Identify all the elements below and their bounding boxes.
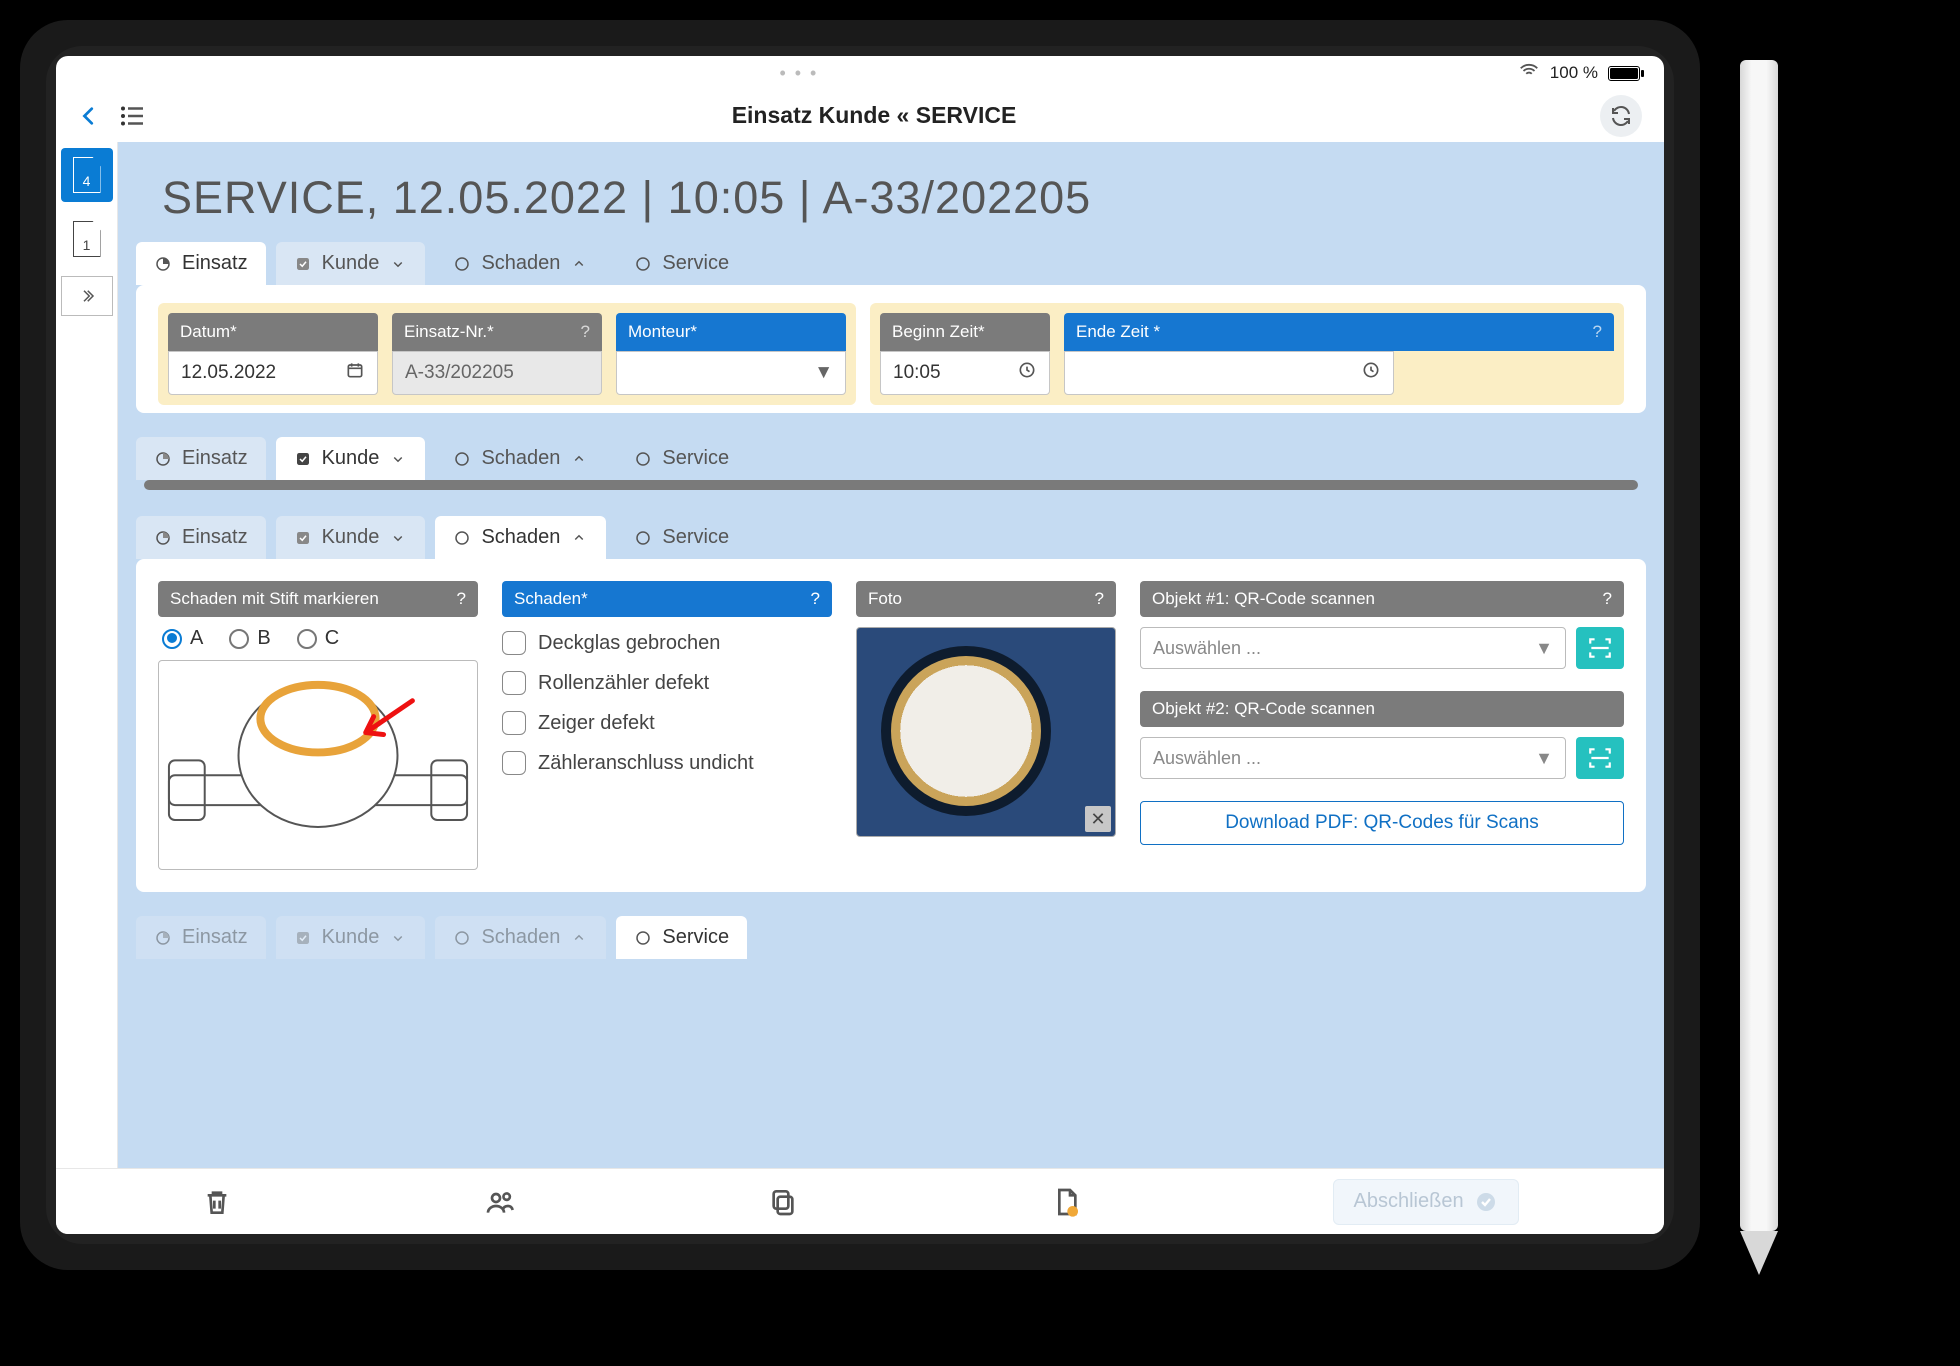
label-datum: Datum* xyxy=(168,313,378,351)
label-foto: Foto? xyxy=(856,581,1116,617)
check-item[interactable]: Rollenzähler defekt xyxy=(502,671,832,695)
label-marker: Schaden mit Stift markieren? xyxy=(158,581,478,617)
tab-schaden[interactable]: Schaden xyxy=(435,242,606,285)
tab-kunde[interactable]: Kunde xyxy=(276,916,426,959)
radio-b[interactable]: B xyxy=(229,627,270,650)
tabstrip-kunde: Einsatz Kunde Schaden Service xyxy=(118,437,1664,480)
help-icon[interactable]: ? xyxy=(581,322,590,342)
input-datum[interactable]: 12.05.2022 xyxy=(168,351,378,395)
tab-kunde[interactable]: Kunde xyxy=(276,516,426,559)
left-rail: 4 1 xyxy=(56,142,118,1168)
label-qr1: Objekt #1: QR-Code scannen? xyxy=(1140,581,1624,617)
clock-icon xyxy=(1361,360,1381,386)
app-navbar: Einsatz Kunde « SERVICE xyxy=(56,90,1664,142)
share-users-button[interactable] xyxy=(484,1186,516,1218)
tab-service[interactable]: Service xyxy=(616,516,747,559)
meter-photo-icon xyxy=(881,646,1051,816)
tabstrip-einsatz: Einsatz Kunde Schaden xyxy=(118,242,1664,285)
input-einsatz-nr: A-33/202205 xyxy=(392,351,602,395)
check-item[interactable]: Zeiger defekt xyxy=(502,711,832,735)
tab-service[interactable]: Service xyxy=(616,437,747,480)
tabstrip-service: Einsatz Kunde Schaden Service xyxy=(118,916,1664,959)
section-einsatz: Datum* 12.05.2022 Einsatz-Nr.*? A-3 xyxy=(136,285,1646,413)
tab-einsatz[interactable]: Einsatz xyxy=(136,437,266,480)
sync-button[interactable] xyxy=(1600,95,1642,137)
radio-c[interactable]: C xyxy=(297,627,339,650)
label-monteur: Monteur* xyxy=(616,313,846,351)
tab-schaden[interactable]: Schaden xyxy=(435,916,606,959)
photo-thumbnail[interactable]: ✕ xyxy=(856,627,1116,837)
battery-percent: 100 % xyxy=(1550,63,1598,83)
content-area: SERVICE, 12.05.2022 | 10:05 | A-33/20220… xyxy=(118,142,1664,1168)
finish-button[interactable]: Abschließen xyxy=(1333,1179,1519,1225)
tab-kunde[interactable]: Kunde xyxy=(276,242,426,285)
tab-kunde-active[interactable]: Kunde xyxy=(276,437,426,480)
wifi-icon xyxy=(1518,60,1540,87)
help-icon[interactable]: ? xyxy=(457,589,466,609)
scan-qr2-button[interactable] xyxy=(1576,737,1624,779)
label-ende: Ende Zeit *? xyxy=(1064,313,1614,351)
rail-page-active[interactable]: 4 xyxy=(61,148,113,202)
input-ende[interactable] xyxy=(1064,351,1394,395)
help-icon[interactable]: ? xyxy=(1095,589,1104,609)
label-beginn: Beginn Zeit* xyxy=(880,313,1050,351)
attachment-button[interactable] xyxy=(1050,1186,1082,1218)
footer-toolbar: Abschließen xyxy=(56,1168,1664,1234)
horizontal-scrollbar[interactable] xyxy=(144,480,1638,490)
tab-schaden-active[interactable]: Schaden xyxy=(435,516,606,559)
select-monteur[interactable]: ▼ xyxy=(616,351,846,395)
radio-a[interactable]: A xyxy=(162,627,203,650)
input-beginn[interactable]: 10:05 xyxy=(880,351,1050,395)
back-button[interactable] xyxy=(78,101,100,131)
label-schaden-list: Schaden*? xyxy=(502,581,832,617)
page-title-nav: Einsatz Kunde « SERVICE xyxy=(166,102,1582,129)
download-qr-pdf-button[interactable]: Download PDF: QR-Codes für Scans xyxy=(1140,801,1624,845)
rail-expand-button[interactable] xyxy=(61,276,113,316)
label-einsatz-nr: Einsatz-Nr.*? xyxy=(392,313,602,351)
tabstrip-schaden: Einsatz Kunde Schaden Service xyxy=(118,516,1664,559)
clock-icon xyxy=(1017,360,1037,386)
calendar-icon xyxy=(345,360,365,386)
check-item[interactable]: Deckglas gebrochen xyxy=(502,631,832,655)
multitask-dots-icon[interactable]: • • • xyxy=(80,63,1518,84)
tab-einsatz[interactable]: Einsatz xyxy=(136,916,266,959)
select-qr2[interactable]: Auswählen ...▼ xyxy=(1140,737,1566,779)
section-schaden: Schaden mit Stift markieren? A B C xyxy=(136,559,1646,892)
tab-service-active[interactable]: Service xyxy=(616,916,747,959)
battery-icon xyxy=(1608,66,1640,81)
apple-pencil xyxy=(1740,60,1778,1280)
tab-schaden[interactable]: Schaden xyxy=(435,437,606,480)
help-icon[interactable]: ? xyxy=(1593,322,1602,342)
trash-button[interactable] xyxy=(201,1186,233,1218)
copy-button[interactable] xyxy=(767,1186,799,1218)
tab-einsatz[interactable]: Einsatz xyxy=(136,516,266,559)
check-item[interactable]: Zähleranschluss undicht xyxy=(502,751,832,775)
label-qr2: Objekt #2: QR-Code scannen xyxy=(1140,691,1624,727)
select-qr1[interactable]: Auswählen ...▼ xyxy=(1140,627,1566,669)
tab-service[interactable]: Service xyxy=(616,242,747,285)
help-icon[interactable]: ? xyxy=(1603,589,1612,609)
screen: • • • 100 % xyxy=(56,56,1664,1234)
scan-qr1-button[interactable] xyxy=(1576,627,1624,669)
list-icon[interactable] xyxy=(118,101,148,131)
ipad-frame: • • • 100 % xyxy=(20,20,1700,1270)
page-title: SERVICE, 12.05.2022 | 10:05 | A-33/20220… xyxy=(118,142,1664,242)
meter-sketch-canvas[interactable] xyxy=(158,660,478,870)
help-icon[interactable]: ? xyxy=(811,589,820,609)
rail-page-2[interactable]: 1 xyxy=(61,212,113,266)
status-bar: • • • 100 % xyxy=(56,56,1664,90)
tab-einsatz[interactable]: Einsatz xyxy=(136,242,266,285)
photo-remove-button[interactable]: ✕ xyxy=(1085,806,1111,832)
